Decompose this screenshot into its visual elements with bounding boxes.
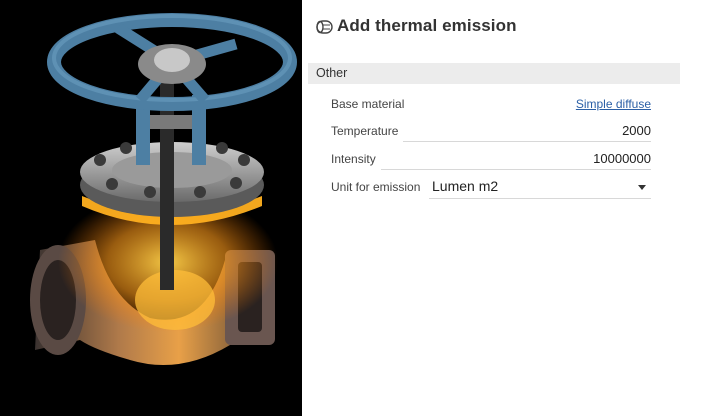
intensity-label: Intensity (331, 152, 376, 166)
thermal-emission-icon (316, 20, 333, 34)
render-viewport (0, 0, 318, 416)
base-material-label: Base material (331, 97, 405, 111)
section-label: Other (316, 66, 348, 80)
unit-row: Unit for emission Lumen m2 (331, 177, 651, 199)
unit-label: Unit for emission (331, 180, 421, 194)
unit-selected-value: Lumen m2 (432, 178, 499, 194)
unit-dropdown[interactable]: Lumen m2 (429, 177, 651, 199)
chevron-down-icon (638, 185, 646, 190)
temperature-label: Temperature (331, 124, 399, 138)
base-material-link[interactable]: Simple diffuse (576, 97, 651, 111)
section-other[interactable]: Other (308, 63, 680, 84)
panel-header: Add thermal emission (302, 0, 702, 56)
intensity-underline (381, 169, 651, 170)
temperature-field[interactable]: 2000 (622, 123, 651, 138)
valve-render (30, 13, 297, 365)
intensity-row: Intensity 10000000 (331, 149, 651, 171)
temperature-underline (403, 141, 651, 142)
panel-title: Add thermal emission (337, 16, 517, 35)
base-material-row: Base material Simple diffuse (331, 94, 651, 116)
temperature-row: Temperature 2000 (331, 121, 651, 143)
thermal-emission-panel: Add thermal emission Other Base material… (302, 0, 702, 416)
intensity-field[interactable]: 10000000 (593, 151, 651, 166)
